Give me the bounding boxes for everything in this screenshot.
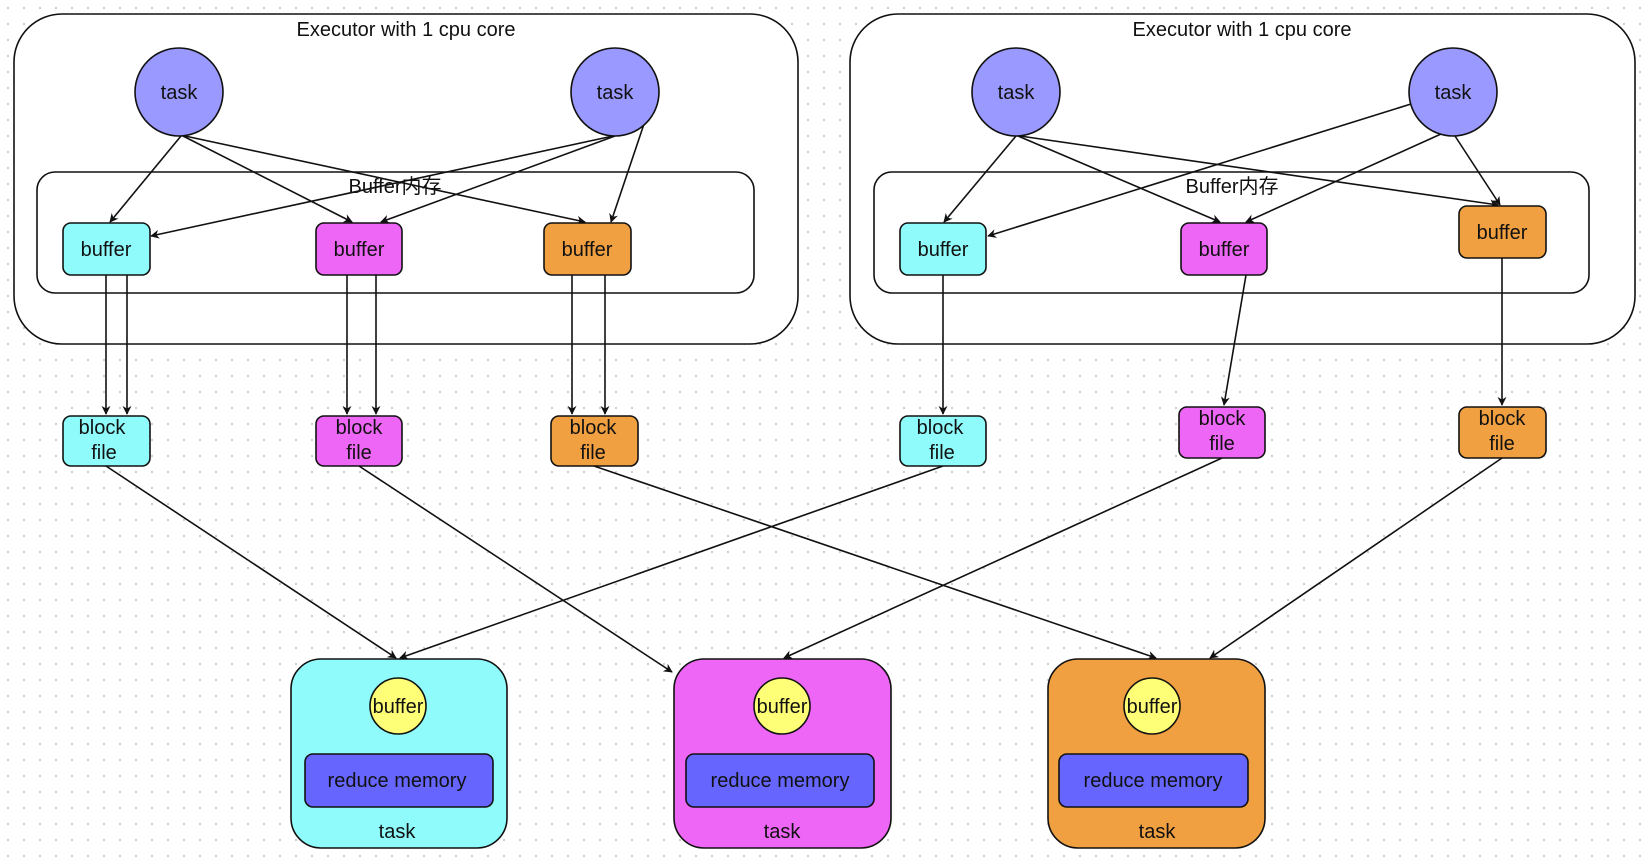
reduce-task-label: task bbox=[764, 821, 802, 843]
executor-1-buffer-orange[interactable]: buffer bbox=[543, 222, 632, 276]
executor-1-block-file-magenta[interactable]: block file bbox=[315, 415, 403, 467]
block-file-label-line1: block bbox=[79, 417, 127, 439]
block-file-label-line1: block bbox=[570, 417, 618, 439]
block-file-label-line2: file bbox=[1209, 433, 1235, 455]
block-file-label-line2: file bbox=[91, 442, 117, 464]
executor-1-task-2[interactable]: task bbox=[570, 47, 660, 137]
executor-2-title: Executor with 1 cpu core bbox=[1133, 19, 1352, 41]
buffer-label: buffer bbox=[918, 239, 969, 261]
executor-1-block-file-cyan[interactable]: block file bbox=[62, 415, 151, 467]
reduce-task-2[interactable]: buffer reduce memory task bbox=[673, 658, 892, 849]
reduce-buffer-label: buffer bbox=[757, 696, 808, 718]
executor-1-buffer-magenta[interactable]: buffer bbox=[315, 222, 403, 276]
reduce-buffer-label: buffer bbox=[373, 696, 424, 718]
block-file-label-line2: file bbox=[1489, 433, 1515, 455]
edge-blockfile-e2-cyan-to-reduce-1 bbox=[399, 465, 944, 660]
executor-2-block-file-magenta[interactable]: block file bbox=[1178, 406, 1266, 459]
buffer-label: buffer bbox=[81, 239, 132, 261]
executor-2-buffer-cyan[interactable]: buffer bbox=[899, 222, 987, 276]
executor-1-block-file-orange[interactable]: block file bbox=[550, 415, 639, 467]
edge-blockfile-e1-cyan-to-reduce-1 bbox=[105, 465, 397, 659]
block-file-label-line2: file bbox=[929, 442, 955, 464]
executor-1-title: Executor with 1 cpu core bbox=[297, 19, 516, 41]
block-file-label-line1: block bbox=[1199, 408, 1247, 430]
executor-2-buffer-orange[interactable]: buffer bbox=[1458, 205, 1547, 259]
task-label: task bbox=[998, 82, 1036, 104]
executor-2-buffer-region-label: Buffer内存 bbox=[1186, 175, 1279, 198]
buffer-label: buffer bbox=[562, 239, 613, 261]
reduce-memory-label: reduce memory bbox=[328, 770, 467, 792]
reduce-task-label: task bbox=[1139, 821, 1177, 843]
executor-2-task-2[interactable]: task bbox=[1408, 47, 1498, 137]
executor-2-buffer-magenta[interactable]: buffer bbox=[1180, 222, 1268, 276]
executor-2-task-1[interactable]: task bbox=[971, 47, 1061, 137]
buffer-label: buffer bbox=[1199, 239, 1250, 261]
executor-1-task-1[interactable]: task bbox=[134, 47, 224, 137]
executor-2-block-file-orange[interactable]: block file bbox=[1458, 406, 1547, 459]
edge-blockfile-e1-orange-to-reduce-3 bbox=[593, 465, 1157, 660]
reduce-task-3[interactable]: buffer reduce memory task bbox=[1047, 658, 1266, 849]
reduce-memory-label: reduce memory bbox=[1084, 770, 1223, 792]
reduce-memory-label: reduce memory bbox=[711, 770, 850, 792]
executor-1-buffer-cyan[interactable]: buffer bbox=[62, 222, 151, 276]
block-file-label-line2: file bbox=[580, 442, 606, 464]
edge-blockfile-e1-magenta-to-reduce-2 bbox=[358, 465, 673, 673]
buffer-label: buffer bbox=[1477, 222, 1528, 244]
block-file-label-line1: block bbox=[336, 417, 384, 439]
task-label: task bbox=[161, 82, 199, 104]
reduce-buffer-label: buffer bbox=[1127, 696, 1178, 718]
edge-blockfile-e2-orange-to-reduce-3 bbox=[1209, 457, 1503, 659]
executor-1-buffer-region-label: Buffer内存 bbox=[349, 175, 442, 198]
block-file-label-line2: file bbox=[346, 442, 372, 464]
block-file-label-line1: block bbox=[1479, 408, 1527, 430]
reduce-task-label: task bbox=[379, 821, 417, 843]
shuffle-diagram: Executor with 1 cpu core Buffer内存 Execut… bbox=[13, 13, 1636, 849]
reduce-task-1[interactable]: buffer reduce memory task bbox=[290, 658, 508, 849]
task-label: task bbox=[1435, 82, 1473, 104]
edge-blockfile-e2-magenta-to-reduce-2 bbox=[783, 457, 1223, 659]
executor-1: Executor with 1 cpu core Buffer内存 bbox=[13, 13, 799, 345]
block-file-label-line1: block bbox=[917, 417, 965, 439]
executor-2-block-file-cyan[interactable]: block file bbox=[899, 415, 987, 467]
buffer-label: buffer bbox=[334, 239, 385, 261]
task-label: task bbox=[597, 82, 635, 104]
